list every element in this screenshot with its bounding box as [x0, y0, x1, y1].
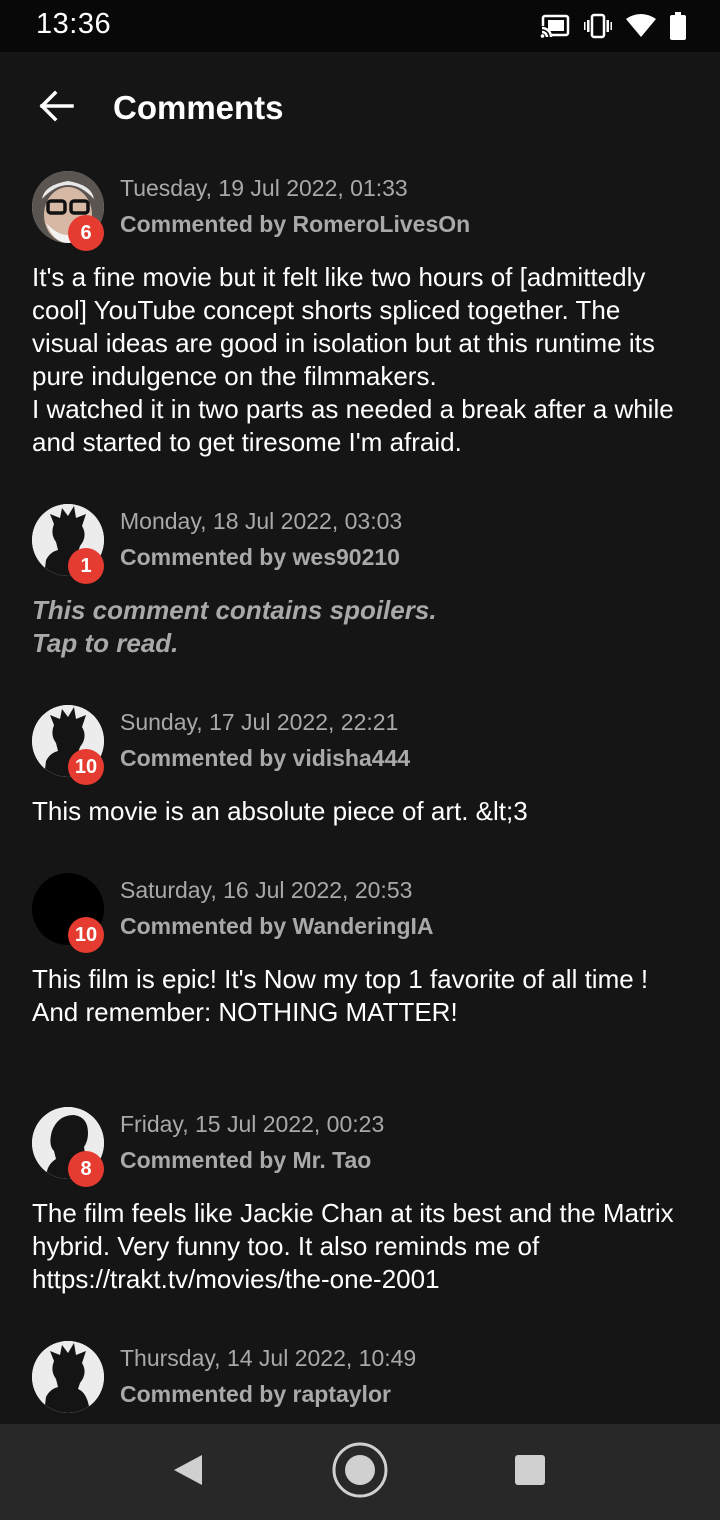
default-avatar	[32, 1341, 104, 1413]
comment-item[interactable]: 6 Tuesday, 19 Jul 2022, 01:33 Commented …	[0, 171, 720, 471]
rating-badge: 6	[68, 215, 104, 251]
nav-recents-button[interactable]	[500, 1442, 560, 1502]
nav-back-icon	[172, 1453, 204, 1492]
comment-author[interactable]: Commented by raptaylor	[120, 1381, 391, 1408]
comment-item[interactable]: Thursday, 14 Jul 2022, 10:49 Commented b…	[0, 1341, 720, 1424]
comment-date: Tuesday, 19 Jul 2022, 01:33	[120, 175, 408, 201]
comment-item[interactable]: 1 Monday, 18 Jul 2022, 03:03 Commented b…	[0, 504, 720, 674]
battery-icon	[670, 12, 686, 40]
page-title: Comments	[113, 89, 284, 126]
system-nav-bar	[0, 1424, 720, 1520]
comment-text: The film feels like Jackie Chan at its b…	[32, 1198, 674, 1294]
comment-item[interactable]: 10 Saturday, 16 Jul 2022, 20:53 Commente…	[0, 873, 720, 1073]
rating-badge: 10	[68, 917, 104, 953]
comment-author[interactable]: Commented by Mr. Tao	[120, 1147, 371, 1174]
app-bar: Comments	[0, 52, 720, 168]
comment-date: Saturday, 16 Jul 2022, 20:53	[120, 877, 413, 903]
rating-badge: 10	[68, 749, 104, 785]
comment-author[interactable]: Commented by wes90210	[120, 544, 400, 571]
rating-badge: 8	[68, 1151, 104, 1187]
comment-author[interactable]: Commented by RomeroLivesOn	[120, 211, 470, 238]
comment-author[interactable]: Commented by vidisha444	[120, 745, 410, 772]
spoiler-notice[interactable]: This comment contains spoilers. Tap to r…	[32, 594, 692, 660]
comment-text: This film is epic! It's Now my top 1 fav…	[32, 964, 649, 1027]
comment-item[interactable]: 10 Sunday, 17 Jul 2022, 22:21 Commented …	[0, 705, 720, 845]
comment-date: Friday, 15 Jul 2022, 00:23	[120, 1111, 385, 1137]
comment-item[interactable]: 8 Friday, 15 Jul 2022, 00:23 Commented b…	[0, 1107, 720, 1307]
nav-home-icon	[331, 1441, 389, 1504]
nav-recents-icon	[514, 1454, 546, 1491]
rating-badge: 1	[68, 548, 104, 584]
back-button[interactable]	[26, 78, 86, 138]
vibrate-icon	[584, 13, 612, 39]
comment-author[interactable]: Commented by WanderingIA	[120, 913, 434, 940]
status-time: 13:36	[36, 8, 112, 40]
comment-date: Monday, 18 Jul 2022, 03:03	[120, 508, 403, 534]
arrow-back-icon	[38, 90, 74, 127]
status-icons	[540, 12, 686, 40]
comment-date: Sunday, 17 Jul 2022, 22:21	[120, 709, 399, 735]
wifi-icon	[626, 14, 656, 38]
comment-text: It's a fine movie but it felt like two h…	[32, 262, 674, 457]
cast-icon	[540, 14, 570, 38]
avatar[interactable]: 6	[32, 171, 104, 251]
nav-back-button[interactable]	[158, 1442, 218, 1502]
comment-date: Thursday, 14 Jul 2022, 10:49	[120, 1345, 417, 1371]
status-bar: 13:36	[0, 0, 720, 52]
avatar[interactable]: 10	[32, 705, 104, 785]
avatar[interactable]: 8	[32, 1107, 104, 1187]
comment-text: This movie is an absolute piece of art. …	[32, 796, 528, 826]
nav-home-button[interactable]	[330, 1442, 390, 1502]
avatar[interactable]	[32, 1341, 104, 1413]
avatar[interactable]: 1	[32, 504, 104, 584]
avatar[interactable]: 10	[32, 873, 104, 953]
